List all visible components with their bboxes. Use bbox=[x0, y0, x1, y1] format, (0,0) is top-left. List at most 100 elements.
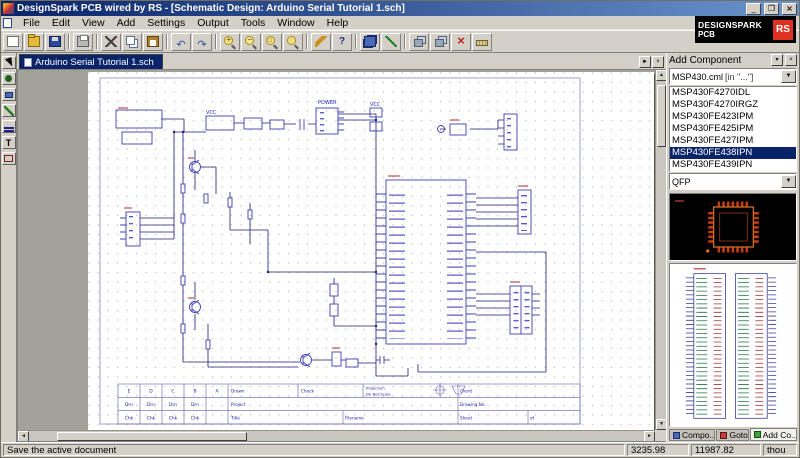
tab-goto[interactable]: Goto bbox=[716, 429, 748, 441]
redo-icon bbox=[196, 36, 208, 47]
translate-to-pcb-button[interactable] bbox=[430, 33, 450, 51]
chk-label: Chk bbox=[169, 416, 178, 422]
filename-label: Filename bbox=[345, 416, 364, 421]
menu-output[interactable]: Output bbox=[191, 16, 235, 30]
chk-label: Chk bbox=[191, 416, 200, 422]
close-button[interactable] bbox=[782, 3, 797, 15]
schematic-canvas[interactable]: POWER VCC VCC bbox=[17, 69, 666, 442]
scroll-up-button[interactable]: ▲ bbox=[656, 70, 666, 81]
edit-button[interactable] bbox=[311, 33, 331, 51]
tab-add-component[interactable]: Add Co... bbox=[750, 428, 797, 441]
select-tool-button[interactable] bbox=[2, 56, 16, 69]
redo-button[interactable] bbox=[192, 33, 212, 51]
menu-file[interactable]: File bbox=[17, 16, 46, 30]
menu-tools[interactable]: Tools bbox=[235, 16, 272, 30]
add-component-tab-icon bbox=[754, 431, 761, 438]
app-icon bbox=[3, 3, 14, 14]
cut-button[interactable] bbox=[101, 33, 121, 51]
scroll-right-button[interactable]: ► bbox=[644, 431, 655, 442]
schematic-page[interactable]: POWER VCC VCC bbox=[88, 72, 654, 432]
copy-button[interactable] bbox=[122, 33, 142, 51]
menu-window[interactable]: Window bbox=[271, 16, 320, 30]
library-dropdown-arrow-icon[interactable]: ▼ bbox=[781, 70, 796, 83]
help-button[interactable] bbox=[332, 33, 352, 51]
vcc-label-1: VCC bbox=[206, 110, 217, 116]
print-button[interactable] bbox=[73, 33, 93, 51]
scroll-down-button[interactable]: ▼ bbox=[656, 419, 666, 430]
pad-icon bbox=[5, 75, 12, 82]
tab-scroll-button[interactable]: ► bbox=[639, 56, 651, 68]
undo-icon bbox=[175, 36, 187, 47]
vertical-scrollbar[interactable]: ▲ ▼ bbox=[655, 70, 666, 430]
save-icon bbox=[49, 36, 61, 47]
do-not-scale-label: Do Not Scale bbox=[366, 392, 391, 397]
list-item-selected[interactable]: MSP430FE438IPN bbox=[670, 147, 796, 159]
menu-help[interactable]: Help bbox=[321, 16, 355, 30]
pcb-3d-view-button[interactable] bbox=[409, 33, 429, 51]
list-item[interactable]: MSP430FE427IPM bbox=[670, 135, 796, 147]
undo-button[interactable] bbox=[171, 33, 191, 51]
tab-arduino-serial-tutorial[interactable]: Arduino Serial Tutorial 1.sch bbox=[19, 54, 163, 69]
list-item[interactable]: MSP430FE439IPN bbox=[670, 159, 796, 171]
drn-label: Drn bbox=[169, 402, 177, 408]
horizontal-scrollbar[interactable]: ◄ ► bbox=[18, 430, 655, 441]
menu-add[interactable]: Add bbox=[111, 16, 142, 30]
menu-edit[interactable]: Edit bbox=[46, 16, 76, 30]
menu-view[interactable]: View bbox=[76, 16, 111, 30]
tab-close-button[interactable]: × bbox=[652, 56, 664, 68]
paste-button[interactable] bbox=[143, 33, 163, 51]
add-wire-tool-button[interactable] bbox=[2, 104, 16, 117]
menu-settings[interactable]: Settings bbox=[141, 16, 191, 30]
delete-cross-icon bbox=[455, 36, 467, 47]
zoom-window-button[interactable] bbox=[262, 33, 282, 51]
add-wire-button[interactable] bbox=[381, 33, 401, 51]
list-item[interactable]: MSP430F4270IDL bbox=[670, 87, 796, 99]
add-pad-tool-button[interactable] bbox=[2, 72, 16, 85]
scroll-left-button[interactable]: ◄ bbox=[18, 431, 29, 442]
rev-letter: E bbox=[128, 389, 131, 395]
chk-label: Chk bbox=[125, 416, 134, 422]
library-select[interactable]: MSP430.cml [in "..."] ▼ bbox=[669, 68, 797, 85]
symbol-drawing bbox=[670, 264, 796, 426]
zoom-all-button[interactable] bbox=[283, 33, 303, 51]
of-label: of bbox=[530, 416, 535, 421]
save-button[interactable] bbox=[45, 33, 65, 51]
vertical-scroll-thumb[interactable] bbox=[657, 85, 666, 147]
package-dropdown-arrow-icon[interactable]: ▼ bbox=[781, 175, 796, 188]
zoom-in-button[interactable] bbox=[220, 33, 240, 51]
package-value: QFP bbox=[672, 177, 691, 187]
panel-header[interactable]: Add Component ▾ × bbox=[667, 53, 799, 67]
panel-close-button[interactable]: × bbox=[785, 54, 797, 66]
document-icon[interactable] bbox=[3, 18, 12, 28]
component-list[interactable]: MSP430F4270IDL MSP430F4270IRGZ MSP430FE4… bbox=[669, 86, 797, 172]
add-component-tool-button[interactable] bbox=[2, 88, 16, 101]
footprint-preview bbox=[669, 193, 797, 261]
minimize-button[interactable] bbox=[746, 3, 761, 15]
rs-badge: RS bbox=[773, 20, 793, 40]
panel-pin-button[interactable]: ▾ bbox=[771, 54, 783, 66]
add-bus-tool-button[interactable] bbox=[2, 120, 16, 133]
paste-icon bbox=[147, 36, 159, 47]
zoom-out-icon bbox=[245, 36, 257, 48]
pcb-boxes-icon bbox=[435, 39, 444, 47]
package-select[interactable]: QFP ▼ bbox=[669, 173, 797, 190]
horizontal-scroll-thumb[interactable] bbox=[57, 432, 247, 441]
list-item[interactable]: MSP430FE425IPM bbox=[670, 123, 796, 135]
add-text-tool-button[interactable] bbox=[2, 136, 16, 149]
add-shape-tool-button[interactable] bbox=[2, 152, 16, 165]
open-button[interactable] bbox=[24, 33, 44, 51]
select-arrow-icon bbox=[4, 58, 14, 68]
zoom-out-button[interactable] bbox=[241, 33, 261, 51]
app-window: DesignSpark PCB wired by RS - [Schematic… bbox=[0, 0, 800, 458]
title-bar[interactable]: DesignSpark PCB wired by RS - [Schematic… bbox=[1, 1, 799, 16]
measure-button[interactable] bbox=[472, 33, 492, 51]
add-component-button[interactable] bbox=[360, 33, 380, 51]
maximize-button[interactable] bbox=[764, 3, 779, 15]
document-area: Arduino Serial Tutorial 1.sch ► × bbox=[17, 53, 666, 442]
list-item[interactable]: MSP430FE423IPM bbox=[670, 111, 796, 123]
tab-components[interactable]: Compo... bbox=[669, 429, 715, 441]
left-tool-palette bbox=[1, 53, 17, 442]
new-button[interactable] bbox=[3, 33, 23, 51]
delete-button[interactable] bbox=[451, 33, 471, 51]
list-item[interactable]: MSP430F4270IRGZ bbox=[670, 99, 796, 111]
